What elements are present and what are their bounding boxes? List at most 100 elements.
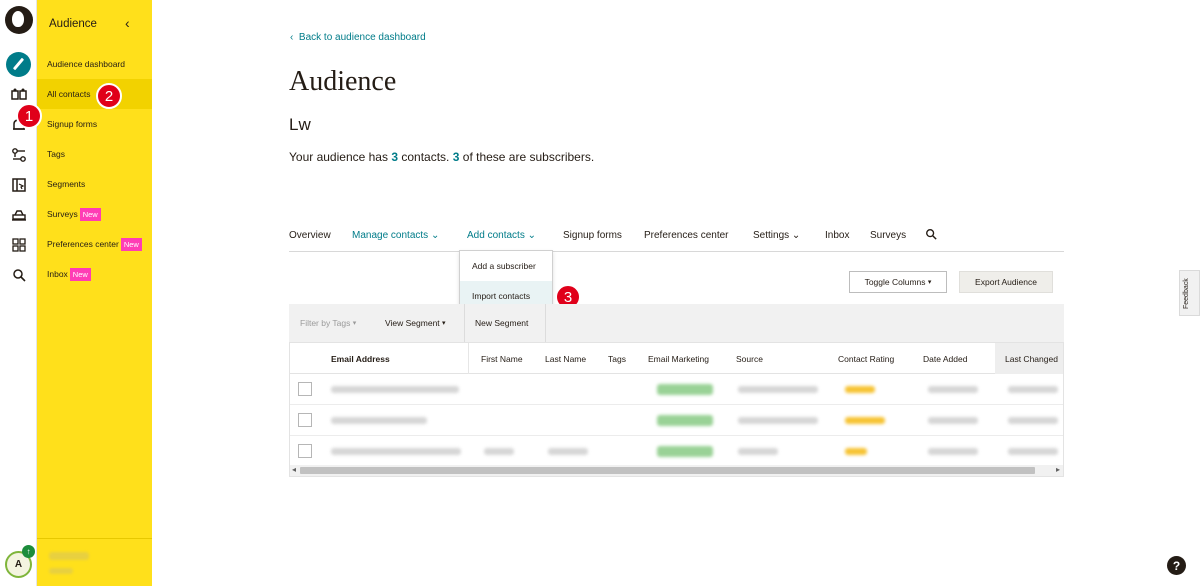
column-email-address[interactable]: Email Address <box>331 343 390 374</box>
tab-preferences-center[interactable]: Preferences center <box>644 230 729 241</box>
blurred-cell <box>928 448 978 455</box>
chevron-down-icon: ⌄ <box>527 230 536 241</box>
audience-sidebar: Audience ‹ Audience dashboard All contac… <box>37 0 152 586</box>
blurred-cell <box>331 448 461 455</box>
new-badge: New <box>79 207 101 221</box>
tab-surveys[interactable]: Surveys <box>870 230 906 241</box>
audience-tabs: Overview Manage contacts ⌄ Add contacts … <box>289 226 1064 252</box>
column-last-name[interactable]: Last Name <box>545 343 586 374</box>
export-audience-button[interactable]: Export Audience <box>959 271 1053 293</box>
chevron-down-icon: ⌄ <box>430 230 440 241</box>
sidebar-item-all-contacts[interactable]: All contacts <box>37 79 152 109</box>
column-email-marketing[interactable]: Email Marketing <box>648 343 709 374</box>
row-checkbox[interactable] <box>298 382 312 396</box>
automations-icon[interactable] <box>8 144 30 166</box>
account-footer[interactable] <box>37 538 152 586</box>
scroll-left-icon[interactable]: ◂ <box>292 465 296 474</box>
row-checkbox[interactable] <box>298 413 312 427</box>
tab-manage-contacts[interactable]: Manage contacts ⌄ <box>352 230 439 241</box>
column-source[interactable]: Source <box>736 343 763 374</box>
table-header: Email Address First Name Last Name Tags … <box>290 343 1063 374</box>
sidebar-item-audience-dashboard[interactable]: Audience dashboard <box>37 49 152 79</box>
chevron-down-icon: ▾ <box>927 279 932 286</box>
menu-item-add-subscriber[interactable]: Add a subscriber <box>460 251 552 281</box>
filter-bar: Filter by Tags ▾ View Segment ▾ New Segm… <box>289 304 1064 342</box>
blurred-cell <box>657 384 713 395</box>
tab-inbox[interactable]: Inbox <box>825 230 849 241</box>
blurred-account-detail <box>49 568 73 574</box>
blurred-account-name <box>49 552 89 560</box>
sidebar-item-preferences-center[interactable]: Preferences center New <box>37 229 152 259</box>
integrations-grid-icon[interactable] <box>8 234 30 256</box>
column-contact-rating[interactable]: Contact Rating <box>838 343 894 374</box>
subscribers-count[interactable]: 3 <box>453 150 460 164</box>
sidebar-item-signup-forms[interactable]: Signup forms <box>37 109 152 139</box>
column-date-added[interactable]: Date Added <box>923 343 967 374</box>
blurred-cell <box>738 448 778 455</box>
tab-add-contacts[interactable]: Add contacts ⌄ <box>467 230 536 241</box>
chevron-down-icon: ▾ <box>442 320 446 327</box>
new-segment-button[interactable]: New Segment <box>464 304 546 342</box>
column-first-name[interactable]: First Name <box>481 343 523 374</box>
website-icon[interactable] <box>8 174 30 196</box>
icon-rail: A ↑ <box>0 0 37 586</box>
sidebar-item-tags[interactable]: Tags <box>37 139 152 169</box>
scrollbar-thumb[interactable] <box>300 467 1035 474</box>
sidebar-item-inbox[interactable]: Inbox New <box>37 259 152 289</box>
back-to-dashboard-link[interactable]: ‹ Back to audience dashboard <box>290 32 426 43</box>
horizontal-scrollbar[interactable]: ◂ ▸ <box>290 465 1063 476</box>
tab-settings[interactable]: Settings ⌄ <box>753 230 800 241</box>
new-badge: New <box>120 237 142 251</box>
chevron-left-icon: ‹ <box>290 32 294 43</box>
blurred-cell <box>1008 386 1058 393</box>
blurred-cell <box>548 448 588 455</box>
blurred-cell <box>738 417 818 424</box>
sidebar-item-surveys[interactable]: Surveys New <box>37 199 152 229</box>
blurred-cell <box>845 417 885 424</box>
blurred-cell <box>331 417 427 424</box>
blurred-cell <box>738 386 818 393</box>
step-marker-1: 1 <box>16 103 42 129</box>
view-segment-select[interactable]: View Segment ▾ <box>375 304 456 342</box>
table-row[interactable] <box>290 405 1063 436</box>
blurred-cell <box>845 386 875 393</box>
tab-signup-forms[interactable]: Signup forms <box>563 230 622 241</box>
column-tags[interactable]: Tags <box>608 343 626 374</box>
blurred-cell <box>845 448 867 455</box>
help-button[interactable]: ? <box>1167 556 1186 575</box>
blurred-cell <box>331 386 459 393</box>
chevron-down-icon: ⌄ <box>791 230 801 241</box>
chevron-down-icon: ▾ <box>352 320 357 327</box>
column-last-changed[interactable]: Last Changed <box>995 343 1063 374</box>
filter-by-tags-select[interactable]: Filter by Tags ▾ <box>290 304 366 342</box>
blurred-cell <box>657 446 713 457</box>
blurred-cell <box>1008 417 1058 424</box>
contacts-count[interactable]: 3 <box>391 150 398 164</box>
scroll-right-icon[interactable]: ▸ <box>1056 465 1060 474</box>
mailchimp-logo-icon[interactable] <box>5 6 33 34</box>
table-row[interactable] <box>290 374 1063 405</box>
contacts-table: Email Address First Name Last Name Tags … <box>289 342 1064 477</box>
audience-name: Lw <box>289 115 311 134</box>
table-row[interactable] <box>290 436 1063 467</box>
audience-summary: Your audience has 3 contacts. 3 of these… <box>289 150 595 164</box>
feedback-tab[interactable]: Feedback <box>1179 270 1200 316</box>
upgrade-arrow-icon[interactable]: ↑ <box>22 545 35 558</box>
step-marker-2: 2 <box>96 83 122 109</box>
toggle-columns-button[interactable]: Toggle Columns ▾ <box>849 271 947 293</box>
column-divider <box>468 343 469 374</box>
search-icon[interactable] <box>925 228 937 243</box>
sidebar-item-segments[interactable]: Segments <box>37 169 152 199</box>
search-icon[interactable] <box>8 264 30 286</box>
tab-overview[interactable]: Overview <box>289 230 331 241</box>
blurred-cell <box>1008 448 1058 455</box>
blurred-cell <box>484 448 514 455</box>
content-studio-icon[interactable] <box>8 204 30 226</box>
blurred-cell <box>657 415 713 426</box>
collapse-chevron-icon[interactable]: ‹ <box>125 15 130 31</box>
new-badge: New <box>69 267 91 281</box>
add-contacts-menu: Add a subscriber Import contacts <box>459 250 553 312</box>
create-pencil-icon[interactable] <box>6 52 31 77</box>
row-checkbox[interactable] <box>298 444 312 458</box>
blurred-cell <box>928 417 978 424</box>
